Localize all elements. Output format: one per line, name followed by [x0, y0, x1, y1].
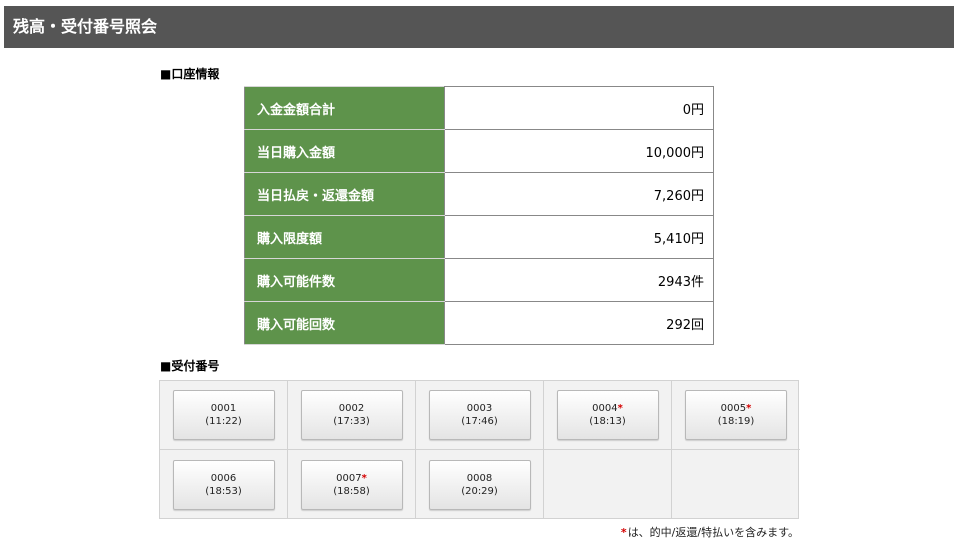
- account-info-table: 入金金額合計 0円 当日購入金額 10,000円 当日払戻・返還金額 7,260…: [244, 86, 714, 345]
- row-label: 当日払戻・返還金額: [244, 172, 445, 216]
- grid-cell: 0007* (18:58): [288, 450, 416, 519]
- grid-cell: 0003 (17:46): [416, 381, 544, 450]
- grid-cell: 0004* (18:13): [544, 381, 672, 450]
- row-value: 292回: [444, 301, 714, 345]
- row-label: 入金金額合計: [244, 86, 445, 130]
- table-row: 入金金額合計 0円: [244, 86, 714, 130]
- row-label: 購入可能件数: [244, 258, 445, 302]
- receipt-time: (18:58): [333, 485, 370, 497]
- receipt-button-0008[interactable]: 0008 (20:29): [428, 459, 531, 510]
- row-value: 2943件: [444, 258, 714, 302]
- grid-cell: 0001 (11:22): [160, 381, 288, 450]
- table-row: 購入可能回数 292回: [244, 301, 714, 345]
- receipt-number: 0005: [720, 403, 747, 414]
- receipt-number-grid: 0001 (11:22) 0002 (17:33) 0003 (17:46) 0…: [159, 380, 800, 519]
- receipt-time: (20:29): [461, 485, 498, 497]
- footnote-text: は、的中/返還/特払いを含みます。: [627, 526, 799, 539]
- receipt-button-0004[interactable]: 0004* (18:13): [556, 390, 659, 440]
- receipt-time: (11:22): [205, 416, 242, 427]
- row-value: 10,000円: [444, 129, 714, 173]
- table-row: 当日払戻・返還金額 7,260円: [244, 172, 714, 216]
- row-value: 7,260円: [444, 172, 714, 216]
- grid-cell: 0002 (17:33): [288, 381, 416, 450]
- table-row: 当日購入金額 10,000円: [244, 129, 714, 173]
- star-mark: *: [746, 403, 752, 414]
- grid-cell: 0008 (20:29): [416, 450, 544, 519]
- receipt-button-0001[interactable]: 0001 (11:22): [172, 390, 275, 440]
- receipt-number: 0002: [338, 403, 365, 414]
- table-row: 購入限度額 5,410円: [244, 215, 714, 259]
- footnote-star: *: [620, 526, 627, 539]
- receipt-number: 0003: [466, 403, 493, 414]
- page-title: 残高・受付番号照会: [4, 6, 954, 48]
- account-info-heading: ■口座情報: [160, 67, 220, 81]
- star-mark: *: [361, 472, 367, 484]
- row-label: 当日購入金額: [244, 129, 445, 173]
- receipt-number: 0008: [466, 472, 493, 484]
- receipt-number: 0001: [210, 403, 237, 414]
- footnote: *は、的中/返還/特払いを含みます。: [621, 524, 799, 540]
- row-value: 0円: [444, 86, 714, 130]
- receipt-button-0007[interactable]: 0007* (18:58): [300, 459, 403, 510]
- row-value: 5,410円: [444, 215, 714, 259]
- receipt-button-0003[interactable]: 0003 (17:46): [428, 390, 531, 440]
- grid-cell: 0006 (18:53): [160, 450, 288, 519]
- receipt-number-heading: ■受付番号: [160, 359, 220, 373]
- receipt-button-0005[interactable]: 0005* (18:19): [685, 390, 787, 440]
- receipt-time: (18:19): [717, 416, 755, 427]
- receipt-number: 0007: [336, 472, 362, 484]
- receipt-time: (17:46): [461, 416, 498, 427]
- receipt-time: (18:13): [589, 416, 626, 427]
- receipt-time: (18:53): [205, 485, 242, 497]
- receipt-button-0006[interactable]: 0006 (18:53): [172, 459, 275, 510]
- grid-cell-empty: [544, 450, 672, 519]
- receipt-button-0002[interactable]: 0002 (17:33): [300, 390, 403, 440]
- row-label: 購入限度額: [244, 215, 445, 259]
- table-row: 購入可能件数 2943件: [244, 258, 714, 302]
- receipt-time: (17:33): [333, 416, 370, 427]
- receipt-number: 0006: [210, 472, 237, 484]
- row-label: 購入可能回数: [244, 301, 445, 345]
- receipt-number: 0004: [592, 403, 618, 414]
- star-mark: *: [617, 403, 623, 414]
- grid-cell-empty: [672, 450, 800, 519]
- grid-cell: 0005* (18:19): [672, 381, 800, 450]
